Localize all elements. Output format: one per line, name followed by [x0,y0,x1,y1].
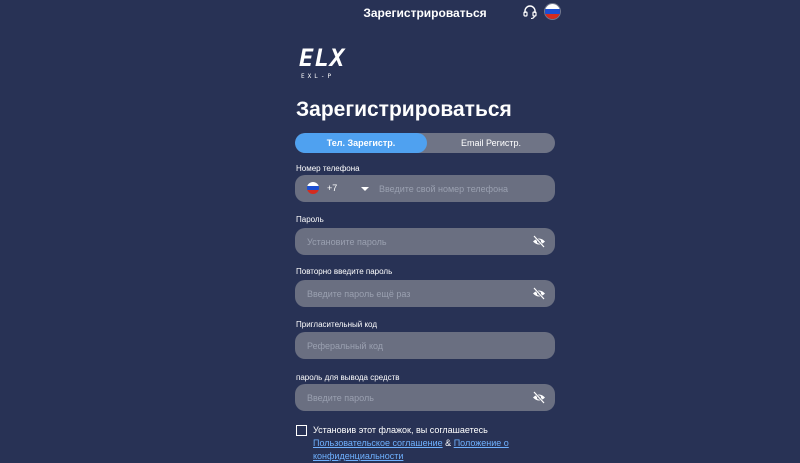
registration-tabs: Тел. Зарегистр. Email Регистр. [295,133,555,153]
user-agreement-link[interactable]: Пользовательское соглашение [313,438,443,448]
tab-email-registration[interactable]: Email Регистр. [427,133,555,153]
top-bar: Зарегистрироваться [0,0,800,26]
chevron-down-icon [361,187,369,191]
russia-flag-icon [307,182,319,194]
russia-flag-icon[interactable] [545,4,560,19]
tab-phone-registration[interactable]: Тел. Зарегистр. [295,133,427,153]
eye-off-icon[interactable] [532,287,546,300]
invite-code-label: Пригласительный код [296,320,377,329]
invite-code-input[interactable] [307,332,522,359]
withdraw-password-label: пароль для вывода средств [296,373,400,382]
logo-subtitle: EXL-P [301,73,335,80]
logo: ELX EXL-P [299,44,346,82]
phone-label: Номер телефона [296,164,360,173]
page-title: Зарегистрироваться [296,98,512,121]
eye-off-icon[interactable] [532,391,546,404]
logo-mark: ELX [299,44,346,72]
phone-field: +7 [295,175,555,202]
eye-off-icon[interactable] [532,235,546,248]
top-bar-title: Зарегистрироваться [363,6,487,20]
password-field [295,228,555,255]
phone-input[interactable] [379,175,544,202]
password-label: Пароль [296,215,324,224]
agreement-text: Установив этот флажок, вы соглашаетесь П… [313,424,553,463]
withdraw-password-input[interactable] [307,384,522,411]
headset-icon[interactable] [522,4,538,20]
password-repeat-field [295,280,555,307]
password-input[interactable] [307,228,522,255]
registration-page: Зарегистрироваться ELX EXL-P Зарегистрир… [0,0,800,463]
agreement-statement: Установив этот флажок, вы соглашаетесь [313,425,488,435]
invite-code-field [295,332,555,359]
withdraw-password-field [295,384,555,411]
agreement-checkbox[interactable] [296,425,307,436]
country-code: +7 [327,183,338,193]
password-repeat-label: Повторно введите пароль [296,267,393,276]
country-code-select[interactable]: +7 [295,175,370,202]
password-repeat-input[interactable] [307,280,522,307]
agreement-ampersand: & [445,438,452,448]
